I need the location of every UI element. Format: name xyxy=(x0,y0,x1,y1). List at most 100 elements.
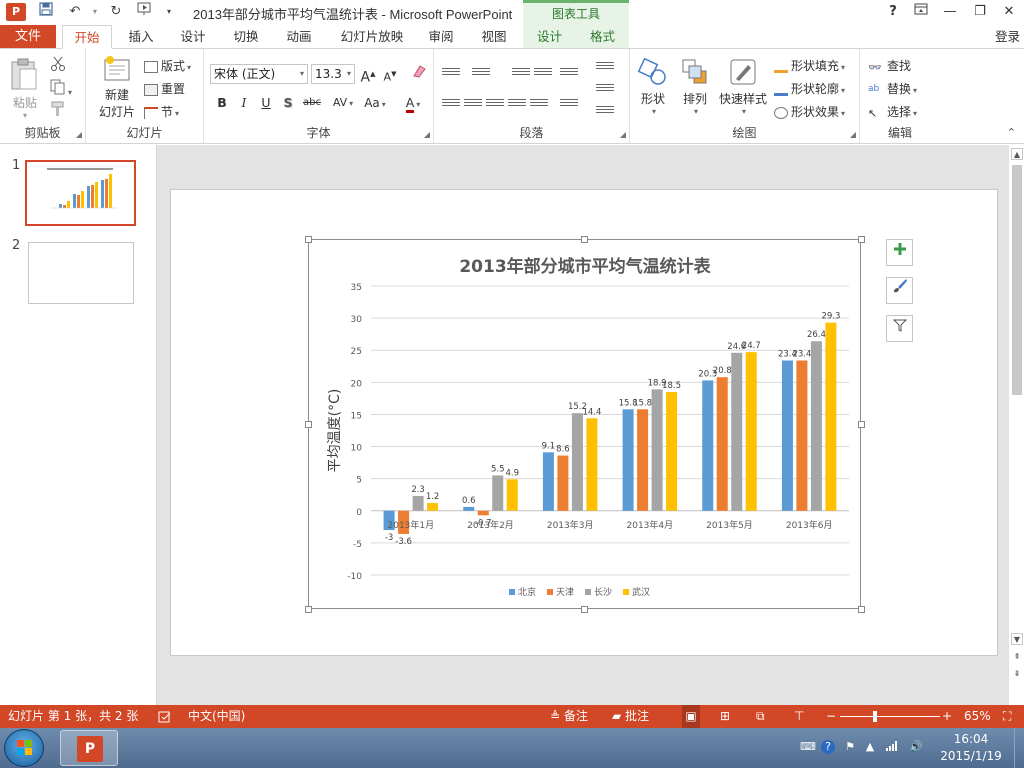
zoom-slider[interactable] xyxy=(840,711,940,722)
tab-chart-format[interactable]: 格式 xyxy=(576,25,629,49)
chart-elements-button[interactable] xyxy=(886,239,913,266)
comments-button[interactable]: ▰ 批注 xyxy=(612,705,649,728)
help-tray-icon[interactable]: ? xyxy=(821,740,835,754)
close-button[interactable]: ✕ xyxy=(996,2,1022,22)
reset-button[interactable]: 重置 xyxy=(144,80,185,97)
resize-handle-b[interactable] xyxy=(581,606,588,613)
resize-handle-l[interactable] xyxy=(305,421,312,428)
font-launcher-icon[interactable]: ◢ xyxy=(424,130,430,139)
tab-design[interactable]: 设计 xyxy=(170,25,216,49)
network-icon[interactable] xyxy=(885,740,899,754)
slideshow-view-icon[interactable]: ⊤ xyxy=(794,705,804,728)
layout-button[interactable]: 版式 ▾ xyxy=(144,57,191,74)
grow-font-button[interactable]: A▲ xyxy=(358,64,378,86)
undo-icon[interactable]: ↶ xyxy=(64,2,86,22)
slide-sorter-icon[interactable]: ⊞ xyxy=(720,705,730,728)
next-slide-icon[interactable]: ⇟ xyxy=(1011,668,1023,680)
save-icon[interactable] xyxy=(35,2,57,22)
minimize-button[interactable]: — xyxy=(937,2,963,22)
clipboard-launcher-icon[interactable]: ◢ xyxy=(76,130,82,139)
scroll-up-icon[interactable]: ▲ xyxy=(1011,148,1023,160)
text-direction-icon[interactable] xyxy=(596,60,614,74)
undo-dropdown-icon[interactable]: ▾ xyxy=(84,2,106,22)
quick-styles-button[interactable]: 快速样式 ▾ xyxy=(718,57,768,116)
replace-button[interactable]: ab 替换 ▾ xyxy=(868,80,917,97)
collapse-ribbon-icon[interactable]: ⌃ xyxy=(1007,126,1016,139)
bullets-icon[interactable] xyxy=(442,66,460,80)
help-button[interactable]: ? xyxy=(880,2,906,22)
scrollbar-thumb[interactable] xyxy=(1012,165,1022,395)
scroll-down-icon[interactable]: ▼ xyxy=(1011,633,1023,645)
current-slide[interactable]: 2013年部分城市平均气温统计表 35 30 25 20 15 10 5 0 -5 -10 平均温度(… xyxy=(170,189,998,656)
tab-view[interactable]: 视图 xyxy=(471,25,517,49)
zoom-out-button[interactable]: − xyxy=(826,705,836,728)
restore-button[interactable]: ❐ xyxy=(967,2,993,22)
bold-button[interactable]: B xyxy=(212,93,232,113)
font-color-button[interactable]: A ▾ xyxy=(398,93,428,113)
line-spacing-icon[interactable] xyxy=(560,66,578,80)
notes-button[interactable]: ≜ 备注 xyxy=(550,705,588,728)
justify-icon[interactable] xyxy=(508,97,526,111)
tab-file[interactable]: 文件 xyxy=(0,25,56,49)
align-left-icon[interactable] xyxy=(442,97,460,111)
tab-transitions[interactable]: 切换 xyxy=(223,25,269,49)
customize-qat-icon[interactable]: ▾ xyxy=(158,2,180,22)
new-slide-button[interactable]: 新建 幻灯片 xyxy=(92,55,142,120)
text-shadow-button[interactable]: S xyxy=(278,93,298,113)
tab-animations[interactable]: 动画 xyxy=(276,25,322,49)
resize-handle-tl[interactable] xyxy=(305,236,312,243)
clock[interactable]: 16:04 2015/1/19 xyxy=(935,731,1007,765)
character-spacing-button[interactable]: AV ▾ xyxy=(328,93,358,113)
underline-button[interactable]: U xyxy=(256,93,276,113)
zoom-in-button[interactable]: + xyxy=(942,705,952,728)
shapes-button[interactable]: 形状 ▾ xyxy=(636,57,670,116)
keyboard-icon[interactable]: ⌨ xyxy=(800,740,816,754)
ribbon-display-options-icon[interactable] xyxy=(908,2,934,22)
align-right-icon[interactable] xyxy=(486,97,504,111)
clear-formatting-icon[interactable] xyxy=(409,64,429,84)
paste-button[interactable]: 粘贴 ▾ xyxy=(8,57,42,120)
tab-review[interactable]: 审阅 xyxy=(418,25,464,49)
format-painter-icon[interactable] xyxy=(50,101,66,120)
redo-icon[interactable]: ↻ xyxy=(105,2,127,22)
distributed-icon[interactable] xyxy=(530,97,548,111)
select-button[interactable]: ↖ 选择 ▾ xyxy=(868,103,917,120)
reading-view-icon[interactable]: ⧉ xyxy=(756,705,765,728)
arrange-button[interactable]: 排列 ▾ xyxy=(678,57,712,116)
font-name-box[interactable]: 宋体 (正文) ▾ xyxy=(210,64,308,84)
resize-handle-r[interactable] xyxy=(858,421,865,428)
increase-indent-icon[interactable] xyxy=(534,66,552,80)
align-center-icon[interactable] xyxy=(464,97,482,111)
shape-outline-button[interactable]: 形状轮廓 ▾ xyxy=(774,80,845,97)
language-indicator[interactable]: 中文(中国) xyxy=(188,705,245,728)
zoom-level[interactable]: 65% xyxy=(964,705,991,728)
volume-icon[interactable]: 🔊 xyxy=(909,740,923,754)
zoom-slider-thumb[interactable] xyxy=(873,711,878,722)
start-from-beginning-icon[interactable] xyxy=(134,2,156,22)
resize-handle-bl[interactable] xyxy=(305,606,312,613)
show-desktop-button[interactable] xyxy=(1014,728,1024,768)
italic-button[interactable]: I xyxy=(234,93,254,113)
fit-to-window-icon[interactable]: ⛶ xyxy=(1003,705,1011,728)
chart-object[interactable]: 2013年部分城市平均气温统计表 35 30 25 20 15 10 5 0 -5 -10 平均温度(… xyxy=(308,239,861,609)
change-case-button[interactable]: Aa ▾ xyxy=(360,93,390,113)
align-text-icon[interactable] xyxy=(596,82,614,96)
spell-check-icon[interactable] xyxy=(158,705,172,728)
font-size-box[interactable]: 13.3 ▾ xyxy=(311,64,355,84)
cut-icon[interactable] xyxy=(50,56,66,75)
slide-thumbnail-2[interactable] xyxy=(28,242,134,304)
previous-slide-icon[interactable]: ⇞ xyxy=(1011,651,1023,663)
tab-insert[interactable]: 插入 xyxy=(118,25,164,49)
copy-icon[interactable]: ▾ xyxy=(50,79,72,98)
smartart-icon[interactable] xyxy=(596,104,614,118)
shape-fill-button[interactable]: 形状填充 ▾ xyxy=(774,57,845,74)
powerpoint-taskbar-button[interactable]: P xyxy=(60,730,118,766)
tab-chart-design[interactable]: 设计 xyxy=(523,25,576,49)
sign-in-link[interactable]: 登录 xyxy=(995,25,1020,49)
decrease-indent-icon[interactable] xyxy=(512,66,530,80)
columns-icon[interactable] xyxy=(560,97,578,111)
resize-handle-br[interactable] xyxy=(858,606,865,613)
powerpoint-app-icon[interactable]: P xyxy=(6,3,26,21)
paragraph-launcher-icon[interactable]: ◢ xyxy=(620,130,626,139)
slide-thumbnail-1[interactable] xyxy=(25,160,136,226)
